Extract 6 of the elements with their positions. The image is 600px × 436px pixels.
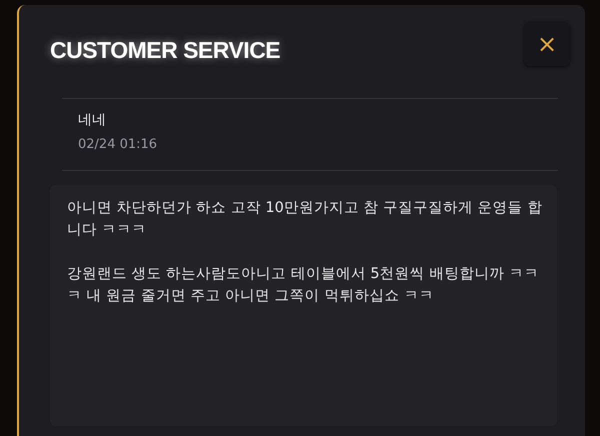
dialog-title: CUSTOMER SERVICE (50, 37, 280, 64)
message-paragraph: 아니면 차단하던가 하쇼 고작 10만원가지고 참 구질구질하게 운영들 합니다 ㅋㅋㅋ (67, 199, 543, 240)
post-title: 네네 (78, 111, 107, 129)
message-paragraph: 강원랜드 생도 하는사람도아니고 테이블에서 5천원씩 배팅합니까 ㅋㅋㅋ 내 원금 줄거면 주고 아니면 그쪽이 먹튀하십쇼 ㅋㅋ (67, 265, 540, 306)
post-date: 02/24 01:16 (78, 137, 158, 152)
close-button[interactable]: × (524, 22, 570, 66)
